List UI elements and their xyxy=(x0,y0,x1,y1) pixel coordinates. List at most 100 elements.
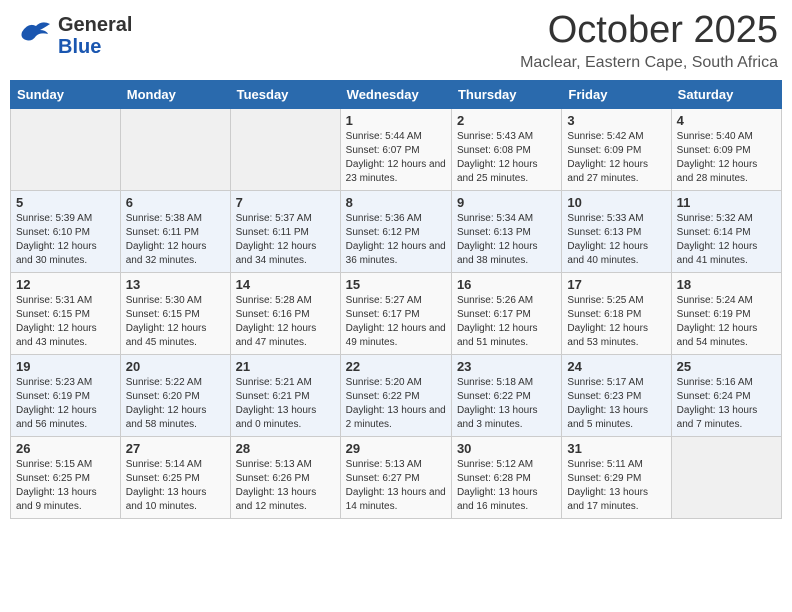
day-info: Sunrise: 5:37 AM Sunset: 6:11 PM Dayligh… xyxy=(236,212,335,268)
day-number: 17 xyxy=(567,277,665,292)
day-info: Sunrise: 5:43 AM Sunset: 6:08 PM Dayligh… xyxy=(457,130,556,186)
day-info: Sunrise: 5:42 AM Sunset: 6:09 PM Dayligh… xyxy=(567,130,665,186)
calendar-cell: 27 Sunrise: 5:14 AM Sunset: 6:25 PM Dayli… xyxy=(120,436,230,518)
day-number: 6 xyxy=(126,195,225,210)
calendar-cell: 16 Sunrise: 5:26 AM Sunset: 6:17 PM Dayli… xyxy=(451,272,561,354)
calendar-cell: 23Sunrise: 5:18 AM Sunset: 6:22 PM Dayli… xyxy=(451,354,561,436)
day-number: 23 xyxy=(457,359,556,374)
weekday-header-friday: Friday xyxy=(562,80,671,108)
day-number: 18 xyxy=(677,277,776,292)
day-number: 16 xyxy=(457,277,556,292)
calendar-week-row-5: 26Sunrise: 5:15 AM Sunset: 6:25 PM Dayli… xyxy=(11,436,782,518)
location-title: Maclear, Eastern Cape, South Africa xyxy=(520,54,778,72)
day-info: Sunrise: 5:36 AM Sunset: 6:12 PM Dayligh… xyxy=(346,212,446,268)
calendar-cell: 26Sunrise: 5:15 AM Sunset: 6:25 PM Dayli… xyxy=(11,436,121,518)
calendar-cell xyxy=(11,108,121,190)
calendar-cell: 1 Sunrise: 5:44 AM Sunset: 6:07 PM Daylig… xyxy=(340,108,451,190)
calendar-cell: 13 Sunrise: 5:30 AM Sunset: 6:15 PM Dayli… xyxy=(120,272,230,354)
calendar-cell: 20Sunrise: 5:22 AM Sunset: 6:20 PM Dayli… xyxy=(120,354,230,436)
day-number: 22 xyxy=(346,359,446,374)
day-number: 5 xyxy=(16,195,115,210)
day-info: Sunrise: 5:32 AM Sunset: 6:14 PM Dayligh… xyxy=(677,212,776,268)
calendar-cell: 22 Sunrise: 5:20 AM Sunset: 6:22 PM Dayli… xyxy=(340,354,451,436)
day-info: Sunrise: 5:24 AM Sunset: 6:19 PM Dayligh… xyxy=(677,294,776,350)
calendar-cell: 8 Sunrise: 5:36 AM Sunset: 6:12 PM Daylig… xyxy=(340,190,451,272)
month-title: October 2025 xyxy=(520,10,778,52)
calendar-cell: 24 Sunrise: 5:17 AM Sunset: 6:23 PM Dayli… xyxy=(562,354,671,436)
calendar-cell: 25 Sunrise: 5:16 AM Sunset: 6:24 PM Dayli… xyxy=(671,354,781,436)
day-info: Sunrise: 5:38 AM Sunset: 6:11 PM Dayligh… xyxy=(126,212,225,268)
calendar-header-row: SundayMondayTuesdayWednesdayThursdayFrid… xyxy=(11,80,782,108)
day-number: 7 xyxy=(236,195,335,210)
day-number: 11 xyxy=(677,195,776,210)
day-info: Sunrise: 5:40 AM Sunset: 6:09 PM Dayligh… xyxy=(677,130,776,186)
day-info: Sunrise: 5:26 AM Sunset: 6:17 PM Dayligh… xyxy=(457,294,556,350)
day-number: 15 xyxy=(346,277,446,292)
title-area: October 2025 Maclear, Eastern Cape, Sout… xyxy=(520,10,778,72)
logo-general: General xyxy=(58,14,132,36)
calendar-cell: 7 Sunrise: 5:37 AM Sunset: 6:11 PM Daylig… xyxy=(230,190,340,272)
day-number: 12 xyxy=(16,277,115,292)
day-info: Sunrise: 5:33 AM Sunset: 6:13 PM Dayligh… xyxy=(567,212,665,268)
weekday-header-saturday: Saturday xyxy=(671,80,781,108)
calendar-cell xyxy=(120,108,230,190)
calendar-cell: 15 Sunrise: 5:27 AM Sunset: 6:17 PM Dayli… xyxy=(340,272,451,354)
day-info: Sunrise: 5:22 AM Sunset: 6:20 PM Dayligh… xyxy=(126,376,225,432)
day-info: Sunrise: 5:14 AM Sunset: 6:25 PM Dayligh… xyxy=(126,458,225,514)
day-number: 13 xyxy=(126,277,225,292)
day-number: 29 xyxy=(346,441,446,456)
day-number: 25 xyxy=(677,359,776,374)
weekday-header-wednesday: Wednesday xyxy=(340,80,451,108)
logo: General Blue xyxy=(14,10,132,58)
calendar-cell xyxy=(230,108,340,190)
day-number: 24 xyxy=(567,359,665,374)
day-number: 21 xyxy=(236,359,335,374)
day-info: Sunrise: 5:28 AM Sunset: 6:16 PM Dayligh… xyxy=(236,294,335,350)
weekday-header-thursday: Thursday xyxy=(451,80,561,108)
day-number: 28 xyxy=(236,441,335,456)
day-info: Sunrise: 5:16 AM Sunset: 6:24 PM Dayligh… xyxy=(677,376,776,432)
calendar-cell: 4 Sunrise: 5:40 AM Sunset: 6:09 PM Daylig… xyxy=(671,108,781,190)
calendar-cell: 6 Sunrise: 5:38 AM Sunset: 6:11 PM Daylig… xyxy=(120,190,230,272)
calendar-cell: 29Sunrise: 5:13 AM Sunset: 6:27 PM Dayli… xyxy=(340,436,451,518)
calendar-cell: 17 Sunrise: 5:25 AM Sunset: 6:18 PM Dayli… xyxy=(562,272,671,354)
weekday-header-sunday: Sunday xyxy=(11,80,121,108)
day-info: Sunrise: 5:30 AM Sunset: 6:15 PM Dayligh… xyxy=(126,294,225,350)
day-info: Sunrise: 5:25 AM Sunset: 6:18 PM Dayligh… xyxy=(567,294,665,350)
logo-blue: Blue xyxy=(58,36,101,58)
day-info: Sunrise: 5:15 AM Sunset: 6:25 PM Dayligh… xyxy=(16,458,115,514)
calendar-cell: 11 Sunrise: 5:32 AM Sunset: 6:14 PM Dayli… xyxy=(671,190,781,272)
day-info: Sunrise: 5:13 AM Sunset: 6:26 PM Dayligh… xyxy=(236,458,335,514)
calendar-cell: 12Sunrise: 5:31 AM Sunset: 6:15 PM Dayli… xyxy=(11,272,121,354)
calendar-week-row-3: 12Sunrise: 5:31 AM Sunset: 6:15 PM Dayli… xyxy=(11,272,782,354)
day-info: Sunrise: 5:11 AM Sunset: 6:29 PM Dayligh… xyxy=(567,458,665,514)
calendar-cell: 9 Sunrise: 5:34 AM Sunset: 6:13 PM Daylig… xyxy=(451,190,561,272)
page-header: General Blue October 2025 Maclear, Easte… xyxy=(10,10,782,72)
day-info: Sunrise: 5:27 AM Sunset: 6:17 PM Dayligh… xyxy=(346,294,446,350)
day-info: Sunrise: 5:39 AM Sunset: 6:10 PM Dayligh… xyxy=(16,212,115,268)
calendar-week-row-2: 5 Sunrise: 5:39 AM Sunset: 6:10 PM Daylig… xyxy=(11,190,782,272)
calendar-cell: 14Sunrise: 5:28 AM Sunset: 6:16 PM Dayli… xyxy=(230,272,340,354)
day-info: Sunrise: 5:44 AM Sunset: 6:07 PM Dayligh… xyxy=(346,130,446,186)
day-info: Sunrise: 5:20 AM Sunset: 6:22 PM Dayligh… xyxy=(346,376,446,432)
calendar-cell: 3 Sunrise: 5:42 AM Sunset: 6:09 PM Daylig… xyxy=(562,108,671,190)
day-number: 8 xyxy=(346,195,446,210)
day-info: Sunrise: 5:17 AM Sunset: 6:23 PM Dayligh… xyxy=(567,376,665,432)
day-number: 3 xyxy=(567,113,665,128)
day-info: Sunrise: 5:12 AM Sunset: 6:28 PM Dayligh… xyxy=(457,458,556,514)
calendar-cell: 31Sunrise: 5:11 AM Sunset: 6:29 PM Dayli… xyxy=(562,436,671,518)
day-number: 2 xyxy=(457,113,556,128)
calendar-cell: 18 Sunrise: 5:24 AM Sunset: 6:19 PM Dayli… xyxy=(671,272,781,354)
day-number: 1 xyxy=(346,113,446,128)
calendar-cell: 10Sunrise: 5:33 AM Sunset: 6:13 PM Dayli… xyxy=(562,190,671,272)
day-number: 27 xyxy=(126,441,225,456)
weekday-header-monday: Monday xyxy=(120,80,230,108)
day-info: Sunrise: 5:21 AM Sunset: 6:21 PM Dayligh… xyxy=(236,376,335,432)
calendar-cell: 30Sunrise: 5:12 AM Sunset: 6:28 PM Dayli… xyxy=(451,436,561,518)
day-number: 4 xyxy=(677,113,776,128)
calendar-cell: 21 Sunrise: 5:21 AM Sunset: 6:21 PM Dayli… xyxy=(230,354,340,436)
calendar-week-row-1: 1 Sunrise: 5:44 AM Sunset: 6:07 PM Daylig… xyxy=(11,108,782,190)
day-info: Sunrise: 5:23 AM Sunset: 6:19 PM Dayligh… xyxy=(16,376,115,432)
day-info: Sunrise: 5:34 AM Sunset: 6:13 PM Dayligh… xyxy=(457,212,556,268)
day-number: 9 xyxy=(457,195,556,210)
